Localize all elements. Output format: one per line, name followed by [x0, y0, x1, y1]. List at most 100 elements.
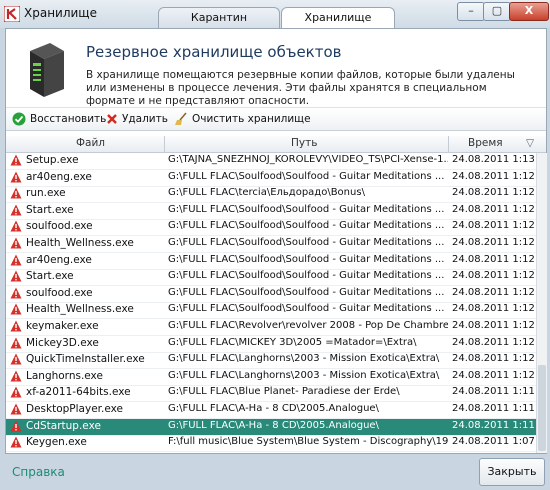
table-row[interactable]: keymaker.exe G:\FULL FLAC\Revolver\revolv…	[6, 319, 536, 336]
warning-triangle-icon	[10, 386, 22, 398]
file-time: 24.08.2011 1:12:20	[452, 253, 536, 265]
file-path: G:\FULL FLAC\A-Ha - 8 CD\2005.Analogue\	[168, 403, 379, 414]
check-circle-icon	[12, 112, 26, 126]
file-time: 24.08.2011 1:12:20	[452, 270, 536, 282]
file-time: 24.08.2011 1:12:24	[452, 237, 536, 248]
column-path[interactable]: Путь	[291, 137, 317, 149]
delete-label: Удалить	[122, 113, 168, 125]
table-body: Setup.exe G:\TAJNA_SNEZHNOJ_KOROLEVY\VIDE…	[6, 153, 536, 453]
page-description: В хранилище помещаются резервные копии ф…	[86, 69, 515, 107]
file-time: 24.08.2011 1:13:17	[452, 154, 536, 165]
page-title: Резервное хранилище объектов	[86, 43, 342, 61]
file-name: Keygen.exe	[26, 436, 87, 449]
file-time: 24.08.2011 1:12:24	[452, 220, 536, 232]
file-path: G:\FULL FLAC\Soulfood\Soulfood - Guitar …	[168, 220, 445, 232]
toolbar: Восстановить Удалить Очистить хранилище	[6, 107, 546, 131]
file-time: 24.08.2011 1:12:18	[452, 303, 536, 315]
table-row[interactable]: ar40eng.exe G:\FULL FLAC\Soulfood\Soulfoo…	[6, 170, 536, 187]
table-row[interactable]: Keygen.exe F:\full music\Blue System\Blue…	[6, 435, 536, 453]
kaspersky-k-icon	[4, 6, 20, 22]
file-time: 24.08.2011 1:12:26	[452, 187, 536, 199]
file-time: 24.08.2011 1:11:54	[452, 403, 536, 414]
close-button[interactable]: Закрыть	[479, 458, 545, 486]
table-row[interactable]: soulfood.exe G:\FULL FLAC\Soulfood\Soulfo…	[6, 286, 536, 303]
file-name: Langhorns.exe	[26, 369, 103, 382]
vertical-scrollbar[interactable]	[536, 153, 547, 453]
table-row[interactable]: QuickTimeInstaller.exe G:\FULL FLAC\Langh…	[6, 352, 536, 370]
table-row[interactable]: CdStartup.exe G:\FULL FLAC\A-Ha - 8 CD\20…	[6, 418, 536, 436]
file-time: 24.08.2011 1:12:03	[452, 369, 536, 381]
warning-triangle-icon	[10, 353, 22, 365]
maximize-button[interactable]: ▢	[483, 2, 511, 21]
table-row[interactable]: soulfood.exe G:\FULL FLAC\Soulfood\Soulfo…	[6, 219, 536, 237]
file-time: 24.08.2011 1:12:03	[452, 353, 536, 365]
table-row[interactable]: Health_Wellness.exe G:\FULL FLAC\Soulfood…	[6, 302, 536, 320]
file-path: G:\FULL FLAC\A-Ha - 8 CD\2005.Analogue\	[168, 419, 379, 431]
file-path: G:\FULL FLAC\Soulfood\Soulfood - Guitar …	[168, 270, 445, 282]
file-name: Mickey3D.exe	[26, 336, 99, 349]
file-name: Start.exe	[26, 270, 74, 283]
column-time[interactable]: Время	[468, 137, 503, 149]
table-row[interactable]: Start.exe G:\FULL FLAC\Soulfood\Soulfood …	[6, 269, 536, 287]
table-row[interactable]: run.exe G:\FULL FLAC\tercia\Ельдорадо\Bon…	[6, 186, 536, 204]
file-name: QuickTimeInstaller.exe	[26, 353, 145, 366]
file-time: 24.08.2011 1:12:12	[452, 320, 536, 331]
warning-triangle-icon	[10, 254, 22, 266]
delete-button[interactable]: Удалить	[106, 111, 168, 127]
file-time: 24.08.2011 1:11:56	[452, 386, 536, 398]
file-path: G:\FULL FLAC\Soulfood\Soulfood - Guitar …	[168, 237, 445, 248]
minimize-button[interactable]: –	[457, 2, 485, 21]
close-window-button[interactable]: X	[509, 2, 549, 21]
tab-quarantine[interactable]: Карантин	[158, 7, 280, 28]
sort-triangle-icon: ▽	[526, 137, 535, 149]
warning-triangle-icon	[10, 303, 22, 315]
column-divider[interactable]	[448, 136, 449, 152]
table-row[interactable]: Health_Wellness.exe G:\FULL FLAC\Soulfood…	[6, 236, 536, 253]
warning-triangle-icon	[10, 171, 22, 183]
table-row[interactable]: DesktopPlayer.exe G:\FULL FLAC\A-Ha - 8 C…	[6, 402, 536, 419]
file-path: G:\FULL FLAC\Blue Planet- Paradiese der …	[168, 386, 400, 398]
file-time: 24.08.2011 1:12:08	[452, 336, 536, 348]
file-name: xf-a2011-64bits.exe	[26, 386, 131, 399]
storage-panel: Резервное хранилище объектов В хранилище…	[5, 28, 547, 454]
warning-triangle-icon	[10, 287, 22, 299]
warning-triangle-icon	[10, 403, 22, 415]
title-bar: Хранилище – ▢ X Карантин Хранилище	[0, 0, 550, 29]
table-row[interactable]: ar40eng.exe G:\FULL FLAC\Soulfood\Soulfoo…	[6, 253, 536, 270]
restore-button[interactable]: Восстановить	[12, 111, 106, 127]
file-path: G:\FULL FLAC\Soulfood\Soulfood - Guitar …	[168, 170, 445, 182]
table-row[interactable]: Mickey3D.exe G:\FULL FLAC\MICKEY 3D\2005 …	[6, 336, 536, 353]
file-name: CdStartup.exe	[26, 419, 101, 432]
file-path: G:\FULL FLAC\Langhorns\2003 - Mission Ex…	[168, 353, 440, 365]
warning-triangle-icon	[10, 420, 22, 432]
table-row[interactable]: Start.exe G:\FULL FLAC\Soulfood\Soulfood …	[6, 203, 536, 220]
broom-icon	[175, 112, 187, 125]
file-name: Setup.exe	[26, 154, 79, 166]
file-time: 24.08.2011 1:07:25	[452, 436, 536, 448]
column-divider[interactable]	[164, 136, 165, 152]
table-row[interactable]: xf-a2011-64bits.exe G:\FULL FLAC\Blue Pla…	[6, 385, 536, 403]
clear-storage-button[interactable]: Очистить хранилище	[174, 111, 311, 127]
warning-triangle-icon	[10, 220, 22, 232]
warning-triangle-icon	[10, 204, 22, 216]
file-path: G:\FULL FLAC\Soulfood\Soulfood - Guitar …	[168, 286, 445, 298]
file-time: 24.08.2011 1:11:53	[452, 419, 536, 431]
table-row[interactable]: Langhorns.exe G:\FULL FLAC\Langhorns\2003…	[6, 369, 536, 386]
file-path: G:\FULL FLAC\Langhorns\2003 - Mission Ex…	[168, 369, 440, 381]
warning-triangle-icon	[10, 187, 22, 199]
scroll-thumb[interactable]	[538, 365, 546, 451]
file-path: G:\FULL FLAC\Soulfood\Soulfood - Guitar …	[168, 203, 445, 215]
file-name: run.exe	[26, 187, 66, 200]
restore-label: Восстановить	[30, 113, 107, 125]
table-row[interactable]: Setup.exe G:\TAJNA_SNEZHNOJ_KOROLEVY\VIDE…	[6, 153, 536, 170]
file-name: soulfood.exe	[26, 286, 93, 299]
file-path: G:\FULL FLAC\Soulfood\Soulfood - Guitar …	[168, 303, 445, 315]
file-name: ar40eng.exe	[26, 253, 92, 266]
warning-triangle-icon	[10, 320, 22, 332]
warning-triangle-icon	[10, 237, 22, 249]
file-path: G:\FULL FLAC\tercia\Ельдорадо\Bonus\	[168, 187, 365, 199]
help-link[interactable]: Справка	[12, 465, 65, 479]
file-time: 24.08.2011 1:12:19	[452, 286, 536, 298]
tab-storage[interactable]: Хранилище	[281, 7, 395, 29]
column-file[interactable]: Файл	[76, 137, 105, 149]
